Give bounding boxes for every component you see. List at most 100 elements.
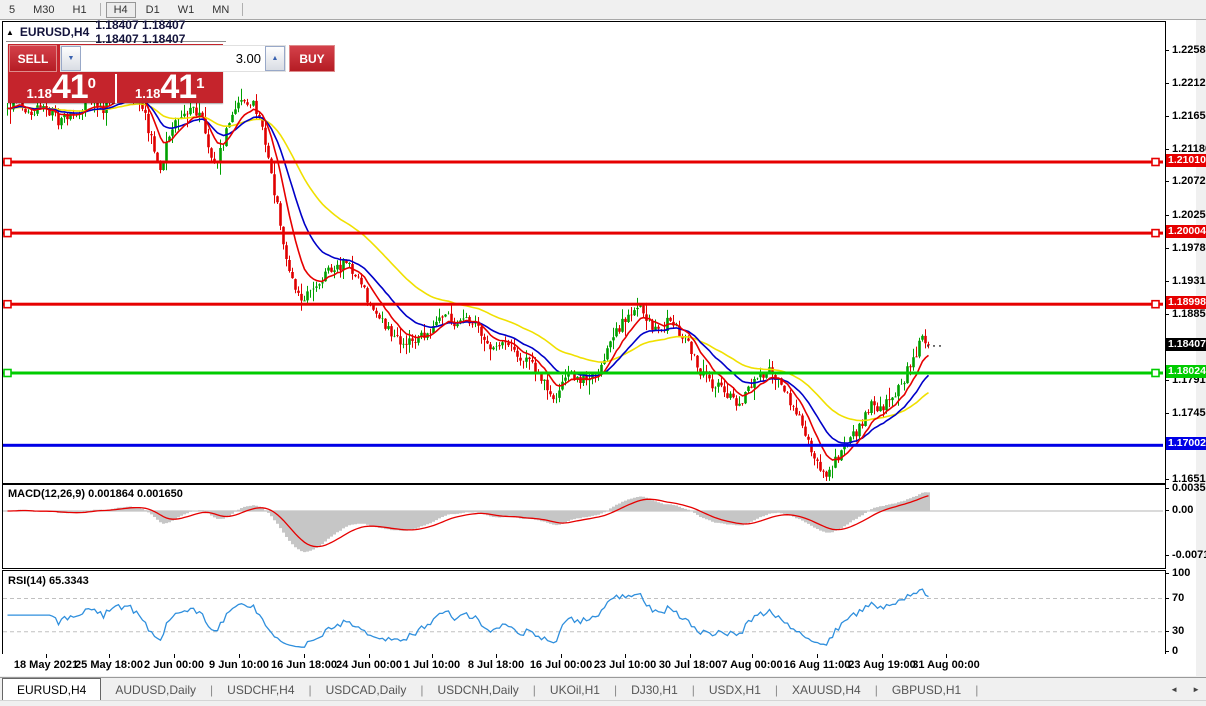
date-label: 23 Jul 10:00 (594, 659, 656, 671)
collapse-panel-icon[interactable]: ▲ (6, 28, 14, 37)
date-label: 16 Jun 18:00 (271, 659, 337, 671)
buy-price-big: 41 (160, 74, 196, 100)
date-tick-mark (46, 654, 47, 658)
tab-gbpusd-h1[interactable]: GBPUSD,H1 (878, 678, 975, 701)
price-tick-mark (1165, 413, 1169, 414)
rsi-axis-label: 30 (1172, 625, 1184, 637)
volume-input[interactable] (81, 46, 265, 71)
price-tick-label: 1.19780 (1172, 242, 1206, 254)
date-tick-mark (432, 654, 433, 658)
price-tick-mark (1165, 116, 1169, 117)
date-label: 25 May 18:00 (75, 659, 143, 671)
toolbar-separator (100, 3, 101, 16)
chart-window: ▲ EURUSD,H4 1.18407 1.18407 1.18407 1.18… (0, 20, 1196, 676)
tab-ukoil-h1[interactable]: UKOil,H1 (536, 678, 614, 701)
level-price-tag[interactable]: 1.17002 (1166, 437, 1206, 450)
timeframe-button-m30[interactable]: M30 (25, 2, 62, 18)
window-bottom-strip (0, 700, 1206, 706)
level-price-tag[interactable]: 1.21010 (1166, 154, 1206, 167)
price-tick-label: 1.20720 (1172, 175, 1206, 187)
rsi-axis-label: 100 (1172, 567, 1190, 579)
macd-label: MACD(12,26,9) 0.001864 0.001650 (8, 488, 183, 500)
macd-axis-label: 0.003515 (1172, 482, 1206, 494)
buy-price-quote[interactable]: 1.18411 (117, 74, 224, 103)
timeframe-button-h4[interactable]: H4 (106, 2, 136, 18)
timeframe-button-d1[interactable]: D1 (138, 2, 168, 18)
buy-button[interactable]: BUY (289, 45, 335, 72)
date-label: 16 Jul 00:00 (530, 659, 592, 671)
price-tick-label: 1.22120 (1172, 77, 1206, 89)
price-tick-mark (1165, 380, 1169, 381)
date-tick-mark (109, 654, 110, 658)
price-tick-mark (1165, 479, 1169, 480)
tab-usdx-h1[interactable]: USDX,H1 (695, 678, 775, 701)
date-tick-mark (882, 654, 883, 658)
tab-divider: | (975, 678, 978, 701)
tab-usdchf-h4[interactable]: USDCHF,H4 (213, 678, 308, 701)
price-tick-mark (1165, 314, 1169, 315)
chart-title-bar[interactable]: ▲ EURUSD,H4 1.18407 1.18407 1.18407 1.18… (6, 23, 226, 42)
macd-tick-mark (1165, 510, 1169, 511)
tab-audusd-daily[interactable]: AUDUSD,Daily (101, 678, 210, 701)
tab-dj30-h1[interactable]: DJ30,H1 (617, 678, 692, 701)
tab-scroll-right-icon[interactable]: ► (1192, 685, 1200, 694)
date-label: 18 May 2021 (14, 659, 78, 671)
tab-xauusd-h4[interactable]: XAUUSD,H4 (778, 678, 875, 701)
date-tick-mark (625, 654, 626, 658)
date-tick-mark (496, 654, 497, 658)
price-tick-label: 1.21650 (1172, 110, 1206, 122)
date-label: 24 Jun 00:00 (336, 659, 402, 671)
date-label: 9 Jun 10:00 (209, 659, 269, 671)
rsi-axis-label: 0 (1172, 645, 1178, 657)
current-price-tag: 1.18407 (1166, 338, 1206, 351)
price-tick-label: 1.19310 (1172, 275, 1206, 287)
date-label: 2 Jun 00:00 (144, 659, 204, 671)
timeframe-button-5[interactable]: 5 (1, 2, 23, 18)
price-tick-mark (1165, 83, 1169, 84)
volume-increase-button[interactable]: ▲ (265, 46, 285, 71)
date-tick-mark (174, 654, 175, 658)
date-label: 30 Jul 18:00 (659, 659, 721, 671)
date-tick-mark (561, 654, 562, 658)
rsi-tick-mark (1165, 573, 1169, 574)
date-tick-mark (304, 654, 305, 658)
sell-price-small: 1.18 (27, 86, 52, 101)
volume-decrease-button[interactable]: ▼ (61, 46, 81, 71)
tab-scroll-left-icon[interactable]: ◄ (1170, 685, 1178, 694)
date-tick-mark (752, 654, 753, 658)
volume-spinner: ▼ ▲ (60, 45, 286, 72)
chart-tab-bar: EURUSD,H4AUDUSD,Daily|USDCHF,H4|USDCAD,D… (0, 677, 1206, 701)
chart-ohlc-values: 1.18407 1.18407 1.18407 1.18407 (95, 18, 226, 46)
timeframe-button-h1[interactable]: H1 (65, 2, 95, 18)
spinner-up-icon: ▲ (272, 55, 279, 62)
date-axis: 18 May 202125 May 18:002 Jun 00:00 9 Jun … (2, 654, 1196, 676)
sell-price-quote[interactable]: 1.18410 (8, 74, 115, 103)
level-price-tag[interactable]: 1.20004 (1166, 225, 1206, 238)
sell-price-big: 41 (52, 74, 88, 100)
timeframe-button-w1[interactable]: W1 (170, 2, 203, 18)
date-tick-mark (817, 654, 818, 658)
level-price-tag[interactable]: 1.18024 (1166, 365, 1206, 378)
date-tick-mark (690, 654, 691, 658)
tab-usdcnh-daily[interactable]: USDCNH,Daily (423, 678, 532, 701)
rsi-tick-mark (1165, 598, 1169, 599)
date-tick-mark (369, 654, 370, 658)
rsi-tick-mark (1165, 651, 1169, 652)
price-tick-mark (1165, 248, 1169, 249)
date-label: 23 Aug 19:00 (848, 659, 915, 671)
level-price-tag[interactable]: 1.18998 (1166, 296, 1206, 309)
rsi-pane[interactable] (2, 570, 1166, 655)
macd-tick-mark (1165, 555, 1169, 556)
rsi-tick-mark (1165, 631, 1169, 632)
macd-tick-mark (1165, 488, 1169, 489)
buy-price-small: 1.18 (135, 86, 160, 101)
price-tick-label: 1.22580 (1172, 44, 1206, 56)
tab-usdcad-daily[interactable]: USDCAD,Daily (312, 678, 421, 701)
one-click-trading-panel: SELL ▼ ▲ BUY 1.18410 1.18411 (8, 44, 223, 103)
sell-button[interactable]: SELL (9, 45, 57, 72)
rsi-axis-label: 70 (1172, 592, 1184, 604)
timeframe-button-mn[interactable]: MN (204, 2, 237, 18)
timeframe-toolbar: 5M30H1 H4D1W1MN (0, 0, 1206, 20)
tab-eurusd-h4[interactable]: EURUSD,H4 (2, 678, 101, 701)
toolbar-separator (242, 3, 243, 16)
